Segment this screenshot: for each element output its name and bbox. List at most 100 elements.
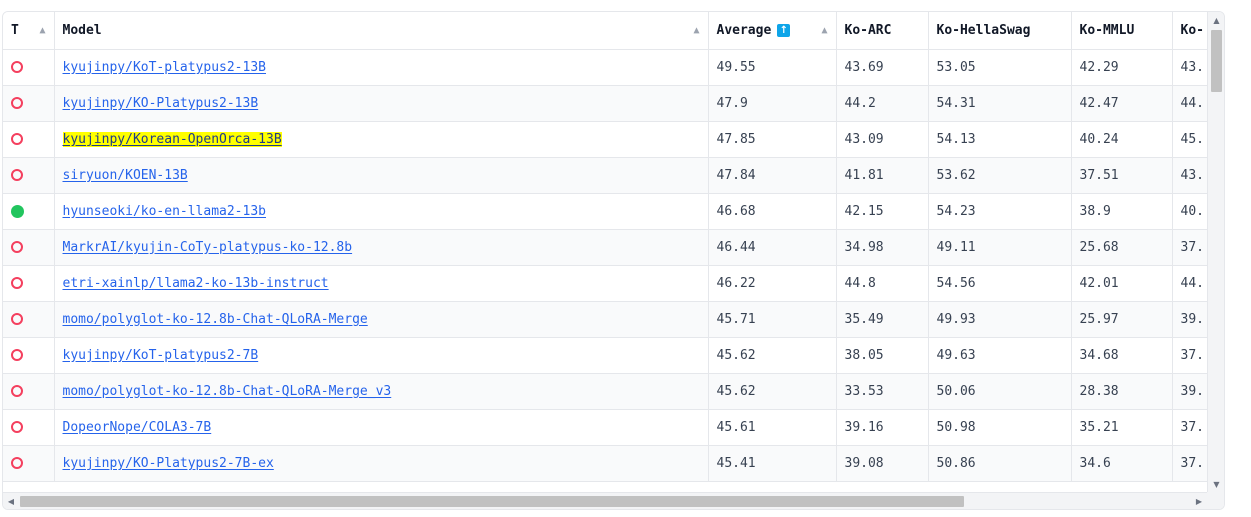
- ko-mmlu-cell: 25.97: [1071, 301, 1173, 338]
- ko-mmlu-cell: 34.68: [1071, 337, 1173, 374]
- ko-next-cell: 37.: [1172, 409, 1207, 446]
- ring-icon: [11, 313, 23, 325]
- column-header-ko-mmlu[interactable]: Ko-MMLU: [1071, 12, 1173, 50]
- vertical-scroll-thumb[interactable]: [1211, 30, 1222, 92]
- average-cell: 49.55: [708, 49, 837, 86]
- table-row: momo/polyglot-ko-12.8b-Chat-QLoRA-Merge_…: [3, 373, 1207, 410]
- ring-icon: [11, 169, 23, 181]
- triangle-up-icon[interactable]: ▲: [693, 25, 699, 36]
- leaderboard-table: T ▲ Model ▲ Average ↑ ▲ Ko-ARC Ko-HellaS…: [3, 12, 1207, 482]
- table-row: kyujinpy/KoT-platypus2-13B 49.55 43.69 53.0…: [3, 49, 1207, 86]
- ko-arc-cell: 43.69: [836, 49, 929, 86]
- column-header-model[interactable]: Model ▲: [54, 12, 709, 50]
- model-link[interactable]: etri-xainlp/llama2-ko-13b-instruct: [63, 276, 329, 291]
- ko-arc-cell: 44.8: [836, 265, 929, 302]
- type-cell: [3, 121, 55, 158]
- average-cell: 46.44: [708, 229, 837, 266]
- ko-hellaswag-cell: 49.93: [928, 301, 1072, 338]
- ko-hellaswag-cell: 54.13: [928, 121, 1072, 158]
- type-cell: [3, 337, 55, 374]
- ko-mmlu-cell: 40.24: [1071, 121, 1173, 158]
- average-cell: 46.22: [708, 265, 837, 302]
- ko-hellaswag-cell: 50.86: [928, 445, 1072, 482]
- table-row: DopeorNope/COLA3-7B 45.61 39.16 50.98 35.21 3…: [3, 409, 1207, 446]
- model-cell: etri-xainlp/llama2-ko-13b-instruct: [54, 265, 709, 302]
- type-cell: [3, 193, 55, 230]
- ko-arc-cell: 39.08: [836, 445, 929, 482]
- type-cell: [3, 409, 55, 446]
- ko-next-cell: 43.: [1172, 157, 1207, 194]
- model-link[interactable]: kyujinpy/KO-Platypus2-7B-ex: [63, 456, 274, 471]
- ko-arc-cell: 41.81: [836, 157, 929, 194]
- model-link[interactable]: kyujinpy/KoT-platypus2-7B: [63, 348, 259, 363]
- column-header-ko-arc[interactable]: Ko-ARC: [836, 12, 929, 50]
- table-row: siryuon/KOEN-13B 47.84 41.81 53.62 37.51 43.: [3, 157, 1207, 194]
- model-cell: MarkrAI/kyujin-CoTy-platypus-ko-12.8b: [54, 229, 709, 266]
- model-cell: kyujinpy/KO-Platypus2-7B-ex: [54, 445, 709, 482]
- vertical-scrollbar[interactable]: ▲ ▼: [1207, 12, 1224, 492]
- model-link[interactable]: kyujinpy/KO-Platypus2-13B: [63, 96, 259, 111]
- table-row: kyujinpy/KO-Platypus2-7B-ex 45.41 39.08 50.…: [3, 445, 1207, 482]
- horizontal-scroll-thumb[interactable]: [20, 496, 964, 507]
- ko-next-cell: 37.: [1172, 337, 1207, 374]
- ko-hellaswag-cell: 50.98: [928, 409, 1072, 446]
- average-cell: 45.62: [708, 373, 837, 410]
- column-label: T: [11, 22, 19, 38]
- model-cell: momo/polyglot-ko-12.8b-Chat-QLoRA-Merge_…: [54, 373, 709, 410]
- model-link[interactable]: kyujinpy/KoT-platypus2-13B: [63, 60, 267, 75]
- column-label: Model: [62, 22, 102, 38]
- ko-mmlu-cell: 28.38: [1071, 373, 1173, 410]
- horizontal-scrollbar[interactable]: ◀ ▶: [3, 492, 1207, 509]
- ko-next-cell: 44.: [1172, 265, 1207, 302]
- ko-next-cell: 40.: [1172, 193, 1207, 230]
- model-link[interactable]: momo/polyglot-ko-12.8b-Chat-QLoRA-Merge: [63, 312, 368, 327]
- column-header-ko-hellaswag[interactable]: Ko-HellaSwag: [928, 12, 1072, 50]
- model-link[interactable]: siryuon/KOEN-13B: [63, 168, 188, 183]
- ring-icon: [11, 385, 23, 397]
- ring-icon: [11, 349, 23, 361]
- sort-up-arrow-icon[interactable]: ↑: [777, 23, 791, 37]
- ring-icon: [11, 97, 23, 109]
- average-cell: 47.84: [708, 157, 837, 194]
- average-cell: 45.61: [708, 409, 837, 446]
- column-header-average[interactable]: Average ↑ ▲: [708, 12, 837, 50]
- model-link[interactable]: momo/polyglot-ko-12.8b-Chat-QLoRA-Merge_…: [63, 384, 392, 399]
- triangle-up-icon[interactable]: ▲: [39, 25, 45, 36]
- ko-arc-cell: 38.05: [836, 337, 929, 374]
- table-body: kyujinpy/KoT-platypus2-13B 49.55 43.69 53.0…: [3, 49, 1207, 482]
- model-cell: kyujinpy/KO-Platypus2-13B: [54, 85, 709, 122]
- ring-icon: [11, 421, 23, 433]
- model-link[interactable]: kyujinpy/Korean-OpenOrca-13B: [62, 131, 282, 147]
- column-header-type[interactable]: T ▲: [3, 12, 55, 50]
- table-row: momo/polyglot-ko-12.8b-Chat-QLoRA-Merge 4…: [3, 301, 1207, 338]
- column-header-ko-next[interactable]: Ko-: [1172, 12, 1207, 50]
- ko-next-cell: 37.: [1172, 229, 1207, 266]
- filled-circle-icon: [11, 204, 24, 218]
- model-link[interactable]: DopeorNope/COLA3-7B: [63, 420, 212, 435]
- scroll-left-icon[interactable]: ◀: [3, 493, 19, 509]
- scroll-up-icon[interactable]: ▲: [1208, 12, 1224, 28]
- model-cell: kyujinpy/KoT-platypus2-13B: [54, 49, 709, 86]
- header-row: T ▲ Model ▲ Average ↑ ▲ Ko-ARC Ko-HellaS…: [3, 12, 1207, 50]
- leaderboard-table-frame: T ▲ Model ▲ Average ↑ ▲ Ko-ARC Ko-HellaS…: [2, 11, 1225, 510]
- ko-next-cell: 39.: [1172, 373, 1207, 410]
- triangle-up-icon[interactable]: ▲: [821, 25, 827, 36]
- model-link[interactable]: hyunseoki/ko-en-llama2-13b: [63, 204, 267, 219]
- column-label: Ko-ARC: [844, 22, 892, 38]
- average-cell: 45.71: [708, 301, 837, 338]
- ko-next-cell: 39.: [1172, 301, 1207, 338]
- column-label: Ko-: [1180, 22, 1204, 38]
- average-cell: 47.85: [708, 121, 837, 158]
- ko-hellaswag-cell: 50.06: [928, 373, 1072, 410]
- scroll-right-icon[interactable]: ▶: [1191, 493, 1207, 509]
- table-row: kyujinpy/KO-Platypus2-13B 47.9 44.2 54.31 42…: [3, 85, 1207, 122]
- ring-icon: [11, 241, 23, 253]
- ko-hellaswag-cell: 54.56: [928, 265, 1072, 302]
- scroll-down-icon[interactable]: ▼: [1208, 476, 1224, 492]
- model-link[interactable]: MarkrAI/kyujin-CoTy-platypus-ko-12.8b: [63, 240, 353, 255]
- ko-hellaswag-cell: 54.31: [928, 85, 1072, 122]
- model-cell: DopeorNope/COLA3-7B: [54, 409, 709, 446]
- ko-arc-cell: 35.49: [836, 301, 929, 338]
- ko-arc-cell: 34.98: [836, 229, 929, 266]
- model-cell: kyujinpy/Korean-OpenOrca-13B: [54, 121, 709, 158]
